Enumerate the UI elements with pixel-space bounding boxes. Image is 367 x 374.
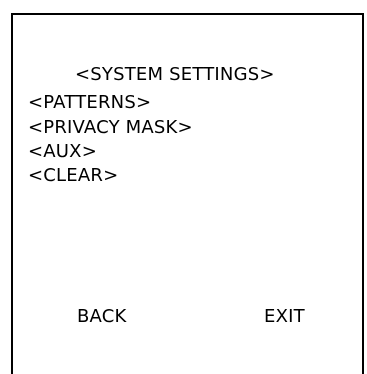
menu-item-aux[interactable]: <AUX> [28, 141, 97, 163]
menu-item-privacy-mask[interactable]: <PRIVACY MASK> [28, 117, 193, 139]
menu-item-patterns[interactable]: <PATTERNS> [28, 92, 151, 114]
exit-button[interactable]: EXIT [264, 306, 305, 328]
menu-title: <SYSTEM SETTINGS> [75, 64, 275, 85]
back-button[interactable]: BACK [77, 306, 127, 328]
menu-item-clear[interactable]: <CLEAR> [28, 165, 118, 187]
